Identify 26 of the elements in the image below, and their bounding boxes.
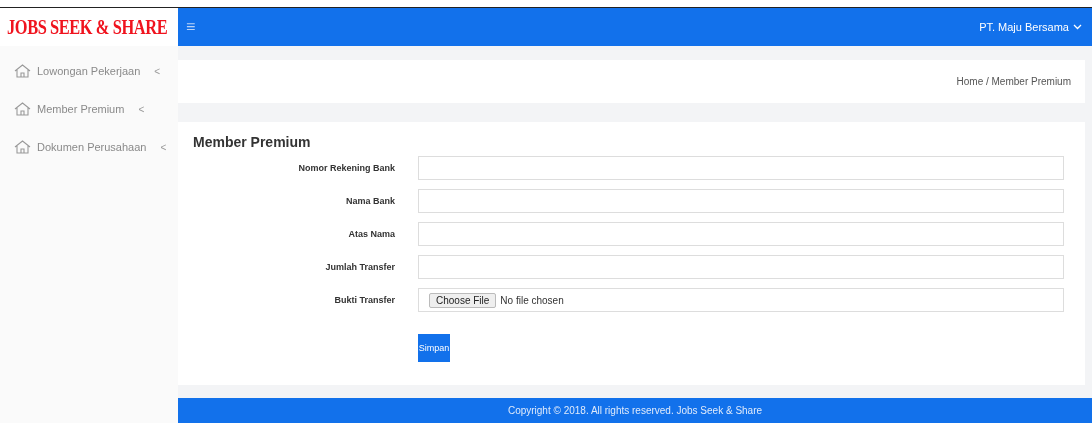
sidebar-item[interactable]: Member Premium < [0, 90, 178, 128]
chevron-down-icon [1073, 24, 1082, 30]
sidebar-item[interactable]: Lowongan Pekerjaan < [0, 52, 178, 90]
menu-button[interactable]: ≡ [186, 18, 196, 36]
home-icon [14, 64, 31, 78]
form-title: Member Premium [193, 134, 312, 150]
user-menu[interactable]: PT. Maju Bersama [979, 21, 1082, 33]
home-icon [14, 140, 31, 154]
input-field[interactable] [418, 156, 1064, 180]
field-label: Jumlah Transfer [324, 262, 395, 272]
file-field[interactable]: Choose File No file chosen [418, 288, 1064, 312]
file-status: No file chosen [500, 294, 564, 306]
save-button[interactable]: Simpan [418, 334, 450, 362]
field-label: Bukti Transfer [333, 295, 395, 305]
input-field[interactable] [418, 222, 1064, 246]
choose-file-button[interactable]: Choose File [429, 292, 497, 308]
breadcrumb: Home / Member Premium [178, 60, 1085, 103]
field-label: Nomor Rekening Bank [297, 163, 395, 173]
sidebar-item[interactable]: Dokumen Perusahaan < [0, 128, 178, 166]
field-label: Atas Nama [347, 229, 395, 239]
input-field[interactable] [418, 189, 1064, 213]
input-field[interactable] [418, 255, 1064, 279]
home-icon [14, 102, 31, 116]
field-label: Nama Bank [344, 196, 395, 206]
logo: JOBS SEEK & SHARE [7, 15, 168, 39]
footer: Copyright © 2018. All rights reserved. Jobs Seek & Share [178, 398, 1092, 423]
